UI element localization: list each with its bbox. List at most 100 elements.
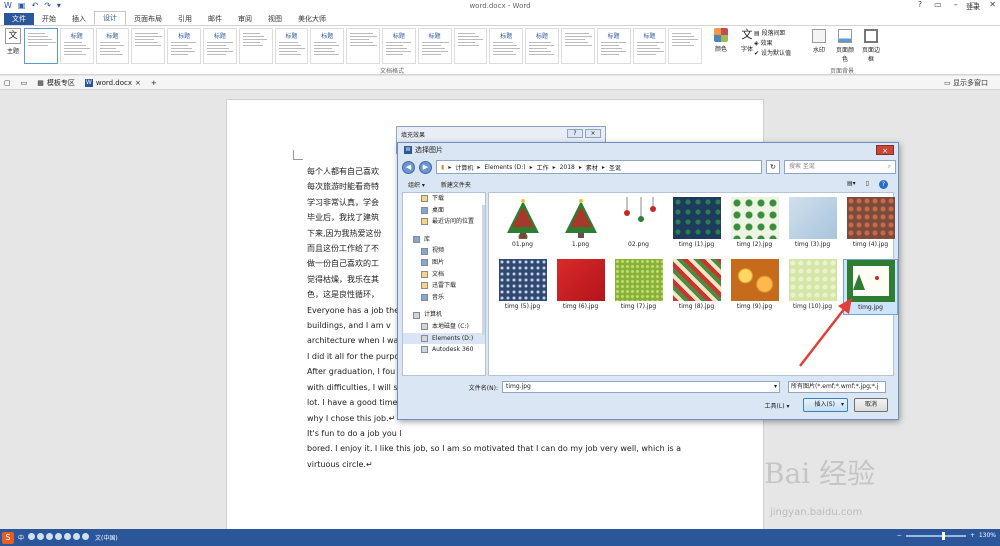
fill-help-button[interactable]: ? — [567, 129, 583, 138]
preview-pane-icon[interactable]: ▯ — [866, 180, 869, 189]
back-button[interactable]: ◀ — [402, 160, 415, 174]
breadcrumb-segment[interactable]: 工作 — [537, 163, 549, 172]
filetype-select[interactable]: 所有图片(*.emf;*.wmf;*.jpg;*.j — [788, 381, 886, 393]
close-tab-icon[interactable]: × — [135, 79, 141, 87]
file-thumbnail[interactable]: timg (4).jpg — [843, 197, 898, 253]
breadcrumb-segment[interactable]: 素材 — [586, 163, 598, 172]
ribbon-tab[interactable]: 美化大师 — [290, 13, 334, 25]
nav-item[interactable]: 音乐 — [403, 292, 485, 304]
breadcrumb-segment[interactable]: 计算机 — [455, 163, 473, 172]
cancel-button[interactable]: 取消 — [853, 398, 888, 412]
breadcrumb-separator[interactable]: ▸ — [553, 164, 556, 171]
file-thumbnail[interactable]: timg (10).jpg — [785, 259, 840, 315]
file-thumbnail[interactable]: 1.png — [553, 197, 608, 253]
file-thumbnail[interactable]: timg (1).jpg — [669, 197, 724, 253]
set-default-button[interactable]: ✔ 设为默认值 — [754, 49, 791, 59]
tools-menu-button[interactable]: 工具(L) ▾ — [765, 401, 790, 410]
chevron-down-icon[interactable]: ▾ — [774, 382, 777, 392]
change-view-icon[interactable]: ▤▾ — [847, 180, 856, 189]
mic-icon[interactable] — [55, 533, 63, 540]
file-thumbnail[interactable]: timg (8).jpg — [669, 259, 724, 315]
nav-item[interactable]: 计算机 — [403, 309, 485, 321]
help-icon[interactable]: ? — [918, 0, 922, 9]
nav-item[interactable]: 下载 — [403, 193, 485, 205]
zoom-out-icon[interactable]: − — [897, 532, 902, 539]
sogou-ime-icon[interactable]: S — [2, 531, 14, 544]
breadcrumb-separator[interactable]: ▸ — [530, 164, 533, 171]
style-set-tile[interactable] — [346, 28, 380, 64]
style-set-tile[interactable] — [238, 28, 273, 64]
style-set-tile[interactable]: 标题 — [417, 28, 452, 64]
nav-scrollbar[interactable] — [482, 205, 485, 335]
nav-item[interactable]: 最近访问的位置 — [403, 216, 485, 228]
style-set-tile[interactable]: 标题 — [381, 28, 416, 64]
style-set-tile[interactable]: 标题 — [310, 28, 345, 64]
style-set-tile[interactable]: 标题 — [489, 28, 524, 64]
ribbon-tab[interactable]: 设计 — [94, 11, 126, 25]
page-border-button[interactable]: 页面边框 — [860, 29, 882, 63]
fill-close-button[interactable]: × — [585, 129, 601, 138]
file-thumbnail[interactable]: timg (6).jpg — [553, 259, 608, 315]
breadcrumb-separator[interactable]: ▸ — [448, 164, 451, 171]
insert-button[interactable]: 插入(S) ▾ — [803, 398, 848, 412]
file-thumbnail[interactable]: timg (5).jpg — [495, 259, 550, 315]
breadcrumb-segment[interactable]: 2018 — [560, 164, 575, 171]
file-thumbnail[interactable]: timg (9).jpg — [727, 259, 782, 315]
search-input[interactable]: 搜索 圣诞 ⌕ — [784, 160, 896, 174]
nav-item[interactable]: 本地磁盘 (C:) — [403, 321, 485, 333]
file-thumbnail[interactable]: timg (3).jpg — [785, 197, 840, 253]
style-set-tile[interactable]: 标题 — [202, 28, 237, 64]
organize-button[interactable]: 组织 ▾ — [408, 180, 425, 189]
new-folder-button[interactable]: 新建文件夹 — [441, 180, 471, 189]
colors-button[interactable]: 颜色 — [710, 28, 732, 53]
breadcrumb[interactable]: ▮ ▸ 计算机 ▸ Elements (D:) ▸ 工作 ▸ 2018 ▸ 素材 ▸ 圣诞 — [436, 160, 762, 174]
emoji-icon[interactable] — [46, 533, 54, 540]
style-set-tile[interactable] — [560, 28, 595, 64]
template-zone-tab[interactable]: ▦ 模板专区 — [37, 78, 75, 88]
ribbon-tab[interactable]: 开始 — [34, 13, 64, 25]
doc-tab[interactable]: W word.docx × — [84, 78, 141, 87]
nav-item[interactable]: 文档 — [403, 269, 485, 281]
style-set-tile[interactable]: 标题 — [632, 28, 667, 64]
style-set-tile[interactable]: 标题 — [596, 28, 631, 64]
zoom-in-icon[interactable]: + — [970, 532, 975, 539]
forward-button[interactable]: ▶ — [419, 160, 432, 174]
close-icon[interactable]: ✕ — [989, 0, 996, 9]
refresh-button[interactable]: ↻ — [766, 160, 780, 174]
ribbon-tab[interactable]: 邮件 — [200, 13, 230, 25]
nav-item[interactable]: 库 — [403, 234, 485, 246]
style-set-tile[interactable]: 标题 — [59, 28, 94, 64]
ribbon-tab[interactable]: 引用 — [170, 13, 200, 25]
file-thumbnail[interactable]: timg.jpg — [843, 259, 898, 315]
style-set-tile[interactable]: 标题 — [525, 28, 559, 64]
dialog-help-icon[interactable]: ? — [879, 179, 888, 189]
watermark-button[interactable]: 水印 — [808, 29, 830, 63]
multi-window-button[interactable]: ▭ 显示多窗口 — [944, 78, 988, 88]
file-thumbnail[interactable]: timg (2).jpg — [727, 197, 782, 253]
tools-icon[interactable] — [82, 533, 90, 540]
ribbon-display-icon[interactable]: ▭ — [934, 0, 942, 9]
new-page-icon[interactable]: ▢ — [4, 79, 11, 87]
style-set-tile[interactable] — [453, 28, 488, 64]
ribbon-tab[interactable]: 插入 — [64, 13, 94, 25]
zoom-knob[interactable] — [941, 531, 945, 540]
zoom-level[interactable]: 130% — [979, 532, 996, 539]
file-thumbnail[interactable]: 01.png — [495, 197, 550, 253]
nav-item[interactable]: 视频 — [403, 245, 485, 257]
nav-item[interactable]: Elements (D:) — [403, 332, 485, 345]
punct-icon[interactable] — [37, 533, 45, 540]
nav-item[interactable]: 迅雷下载 — [403, 280, 485, 292]
page-color-button[interactable]: 页面颜色 — [834, 29, 856, 63]
login-link[interactable]: 登录 — [966, 2, 980, 12]
effects-button[interactable]: ◈ 效果 — [754, 39, 791, 49]
folder-icon[interactable]: ▭ — [21, 79, 28, 87]
style-set-tile[interactable] — [668, 28, 703, 64]
minimize-icon[interactable]: – — [954, 0, 958, 9]
ribbon-tab[interactable]: 视图 — [260, 13, 290, 25]
breadcrumb-segment[interactable]: Elements (D:) — [484, 164, 525, 171]
keyboard-icon[interactable] — [64, 533, 72, 540]
ribbon-tab[interactable]: 审阅 — [230, 13, 260, 25]
file-thumbnail[interactable]: 02.png — [611, 197, 666, 253]
nav-item[interactable]: 图片 — [403, 257, 485, 269]
breadcrumb-separator[interactable]: ▸ — [579, 164, 582, 171]
